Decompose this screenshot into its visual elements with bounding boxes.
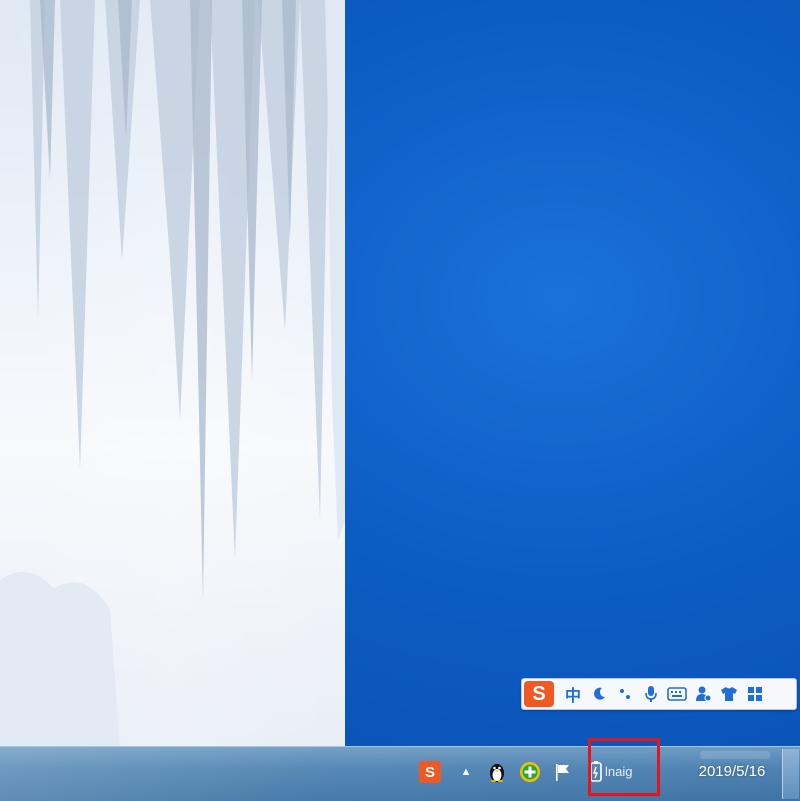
flag-icon[interactable] xyxy=(552,761,574,783)
microphone-icon[interactable] xyxy=(638,681,664,707)
clock-date[interactable]: 2019/5/16 xyxy=(690,763,774,780)
keyboard-icon[interactable] xyxy=(664,681,690,707)
grid-icon[interactable] xyxy=(742,681,768,707)
moon-icon[interactable] xyxy=(586,681,612,707)
sogou-logo-icon[interactable]: S xyxy=(524,681,554,707)
show-desktop-button[interactable] xyxy=(782,749,799,799)
show-hidden-icons-arrow[interactable]: ▲ xyxy=(455,761,477,783)
punctuation-icon[interactable] xyxy=(612,681,638,707)
ime-toolbar[interactable]: S 中 xyxy=(521,678,797,710)
qq-penguin-icon[interactable] xyxy=(486,761,508,783)
user-icon[interactable] xyxy=(690,681,716,707)
taskbar: S ▲ lnaig 2019/5/16 xyxy=(0,746,800,801)
icicle-drawing xyxy=(0,0,345,746)
shirt-icon[interactable] xyxy=(716,681,742,707)
sogou-tray-icon[interactable]: S xyxy=(419,761,441,783)
ime-mode-toggle[interactable]: 中 xyxy=(560,681,586,707)
annotation-highlight-box xyxy=(588,738,660,796)
desktop: S 中 xyxy=(0,0,800,746)
plus-circle-icon[interactable] xyxy=(519,761,541,783)
wallpaper-icicles xyxy=(0,0,345,746)
taskbar-glass xyxy=(0,747,800,801)
clock-time xyxy=(700,751,770,759)
